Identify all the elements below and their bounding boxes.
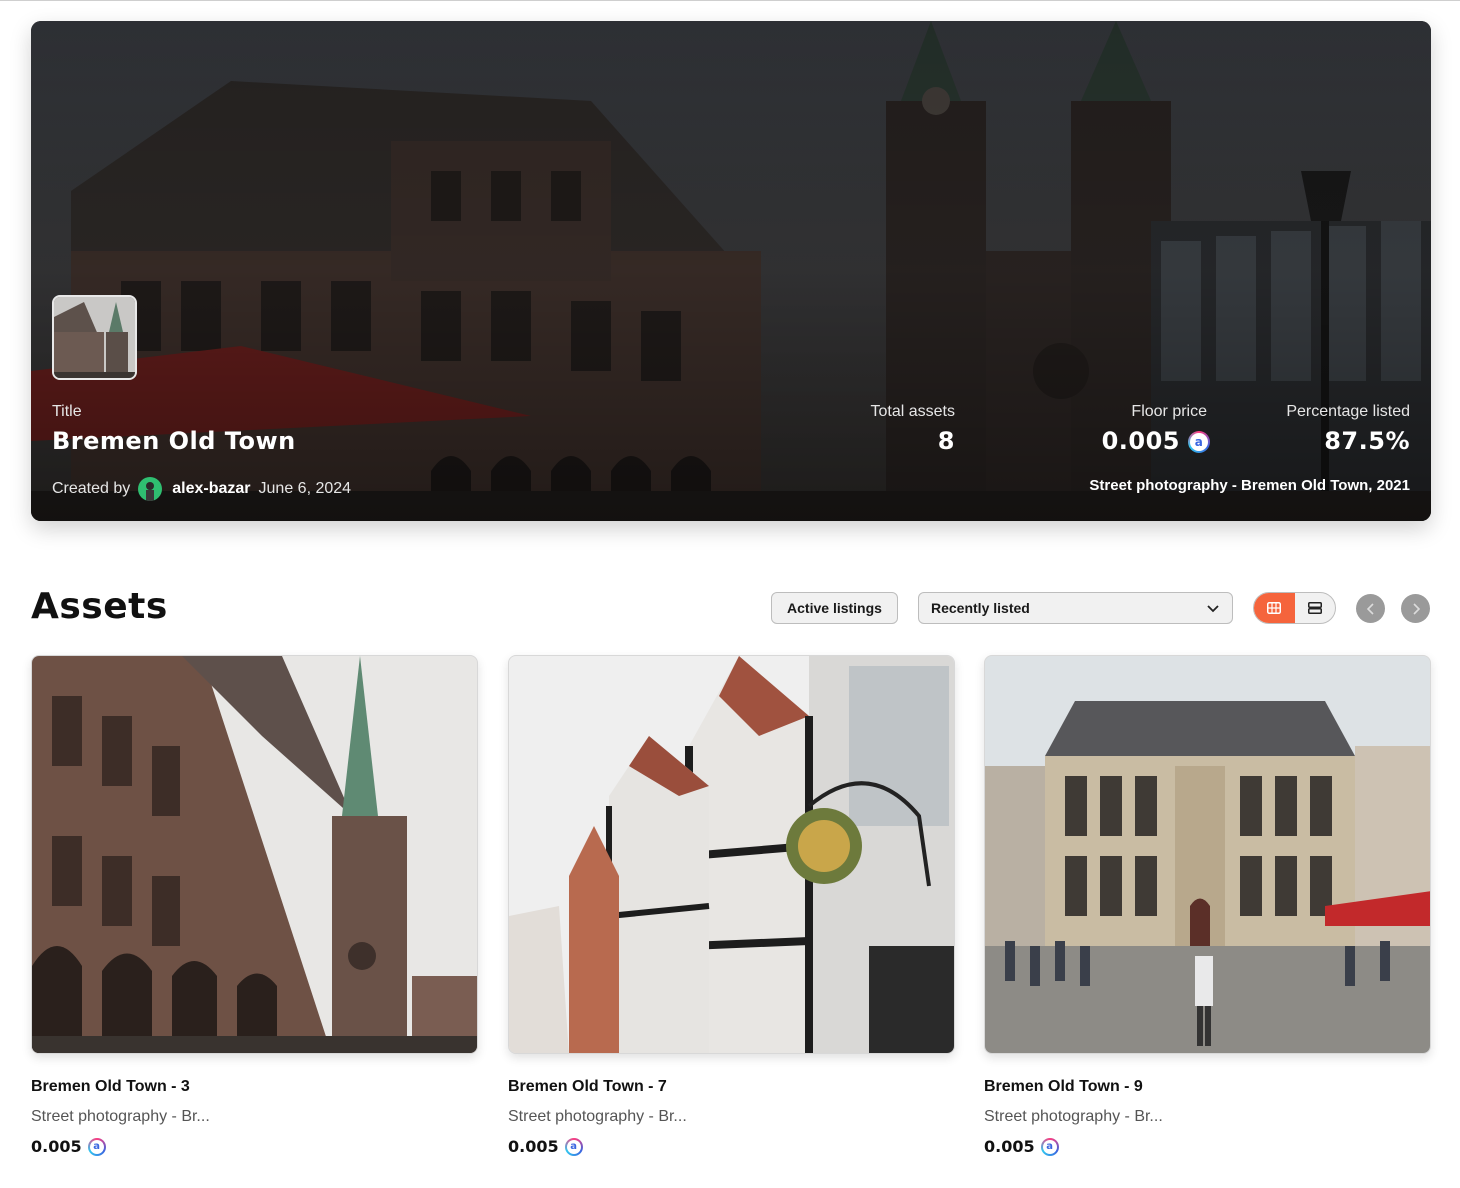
collection-banner: Title Bremen Old Town Total assets 8 Flo… bbox=[31, 21, 1431, 521]
chevron-left-icon bbox=[1366, 602, 1374, 615]
collection-thumbnail bbox=[52, 295, 137, 380]
previous-page-button[interactable] bbox=[1356, 594, 1385, 623]
created-by-label: Created by bbox=[52, 480, 131, 497]
list-view-button[interactable] bbox=[1295, 593, 1336, 623]
view-toggle bbox=[1253, 592, 1336, 624]
asset-image[interactable] bbox=[984, 655, 1431, 1054]
currency-icon: a bbox=[88, 1138, 106, 1156]
asset-price: 0.005 a bbox=[984, 1137, 1431, 1156]
asset-description: Street photography - Br... bbox=[31, 1108, 210, 1125]
active-listings-button[interactable]: Active listings bbox=[771, 592, 898, 624]
sort-select-value: Recently listed bbox=[931, 600, 1030, 616]
next-page-button[interactable] bbox=[1401, 594, 1430, 623]
currency-icon: a bbox=[1041, 1138, 1059, 1156]
asset-name[interactable]: Bremen Old Town - 7 bbox=[508, 1078, 955, 1096]
currency-icon: a bbox=[565, 1138, 583, 1156]
floor-price: 0.005 a bbox=[1102, 427, 1210, 455]
sort-select[interactable]: Recently listed bbox=[918, 592, 1233, 624]
chevron-down-icon bbox=[1207, 605, 1219, 613]
asset-price: 0.005 a bbox=[508, 1137, 955, 1156]
percentage-listed-label: Percentage listed bbox=[1286, 403, 1410, 420]
currency-icon: a bbox=[1188, 431, 1210, 453]
asset-card[interactable]: Bremen Old Town - 9 Street photography -… bbox=[984, 655, 1431, 1156]
total-assets-label: Total assets bbox=[870, 403, 955, 420]
asset-description: Street photography - Br... bbox=[984, 1108, 1163, 1125]
asset-card[interactable]: Bremen Old Town - 3 Street photography -… bbox=[31, 655, 478, 1156]
asset-image[interactable] bbox=[31, 655, 478, 1054]
top-divider bbox=[0, 0, 1460, 1]
collection-title: Bremen Old Town bbox=[52, 427, 296, 455]
asset-price-value: 0.005 bbox=[984, 1137, 1035, 1156]
creator-avatar[interactable] bbox=[138, 477, 163, 501]
title-label: Title bbox=[52, 403, 82, 420]
asset-price-value: 0.005 bbox=[31, 1137, 82, 1156]
creator-link[interactable]: alex-bazar bbox=[172, 480, 250, 498]
chevron-right-icon bbox=[1412, 602, 1420, 615]
asset-price-value: 0.005 bbox=[508, 1137, 559, 1156]
grid-view-button[interactable] bbox=[1254, 593, 1295, 623]
created-date: June 6, 2024 bbox=[258, 480, 352, 497]
asset-image[interactable] bbox=[508, 655, 955, 1054]
collection-description: Street photography - Bremen Old Town, 20… bbox=[1089, 477, 1410, 494]
assets-heading: Assets bbox=[31, 586, 168, 627]
asset-card[interactable]: Bremen Old Town - 7 Street photography -… bbox=[508, 655, 955, 1156]
percentage-listed-value: 87.5% bbox=[1324, 427, 1410, 455]
asset-price: 0.005 a bbox=[31, 1137, 478, 1156]
asset-name[interactable]: Bremen Old Town - 3 bbox=[31, 1078, 478, 1096]
total-assets-value: 8 bbox=[937, 427, 955, 455]
floor-price-value: 0.005 bbox=[1101, 427, 1180, 455]
list-icon bbox=[1307, 602, 1322, 614]
asset-name[interactable]: Bremen Old Town - 9 bbox=[984, 1078, 1431, 1096]
floor-price-label: Floor price bbox=[1131, 403, 1207, 420]
grid-icon bbox=[1267, 602, 1282, 614]
created-by-row: Created by alex-bazar June 6, 2024 bbox=[52, 477, 351, 501]
asset-description: Street photography - Br... bbox=[508, 1108, 687, 1125]
